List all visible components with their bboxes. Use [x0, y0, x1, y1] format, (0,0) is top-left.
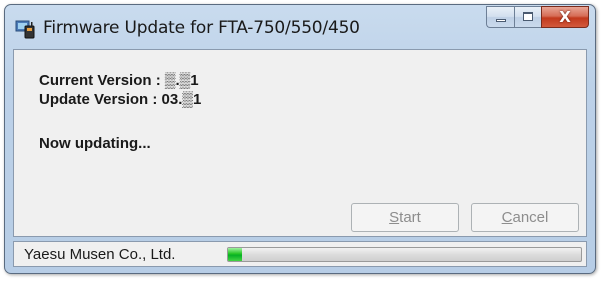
- progress-fill: [228, 248, 243, 261]
- caption-buttons: X: [486, 6, 589, 30]
- radio-device-icon: [15, 20, 35, 39]
- status-message: Now updating...: [39, 135, 151, 152]
- start-button-label: tart: [399, 209, 421, 226]
- progress-bar: [227, 247, 582, 262]
- minimize-button[interactable]: [486, 6, 514, 28]
- start-accelerator: S: [389, 209, 400, 226]
- cancel-button[interactable]: Cancel: [471, 203, 579, 232]
- close-button[interactable]: X: [541, 6, 589, 28]
- maximize-icon: [523, 12, 533, 21]
- maximize-button[interactable]: [514, 6, 541, 28]
- close-icon: X: [559, 8, 571, 26]
- status-bar: Yaesu Musen Co., Ltd.: [13, 241, 587, 267]
- title-bar[interactable]: Firmware Update for FTA-750/550/450 X: [5, 5, 595, 49]
- company-name: Yaesu Musen Co., Ltd.: [24, 246, 176, 263]
- client-area: Current Version : ▒.▒1 Update Version : …: [13, 49, 587, 237]
- minimize-icon: [496, 19, 506, 22]
- current-version-label: Current Version : ▒.▒1: [39, 72, 199, 89]
- cancel-button-label: ancel: [512, 209, 549, 226]
- firmware-update-window: Firmware Update for FTA-750/550/450 X Cu…: [4, 4, 596, 274]
- start-button[interactable]: Start: [351, 203, 459, 232]
- cancel-accelerator: C: [501, 209, 513, 226]
- update-version-label: Update Version : 03.▒1: [39, 91, 202, 108]
- window-title: Firmware Update for FTA-750/550/450: [43, 18, 360, 38]
